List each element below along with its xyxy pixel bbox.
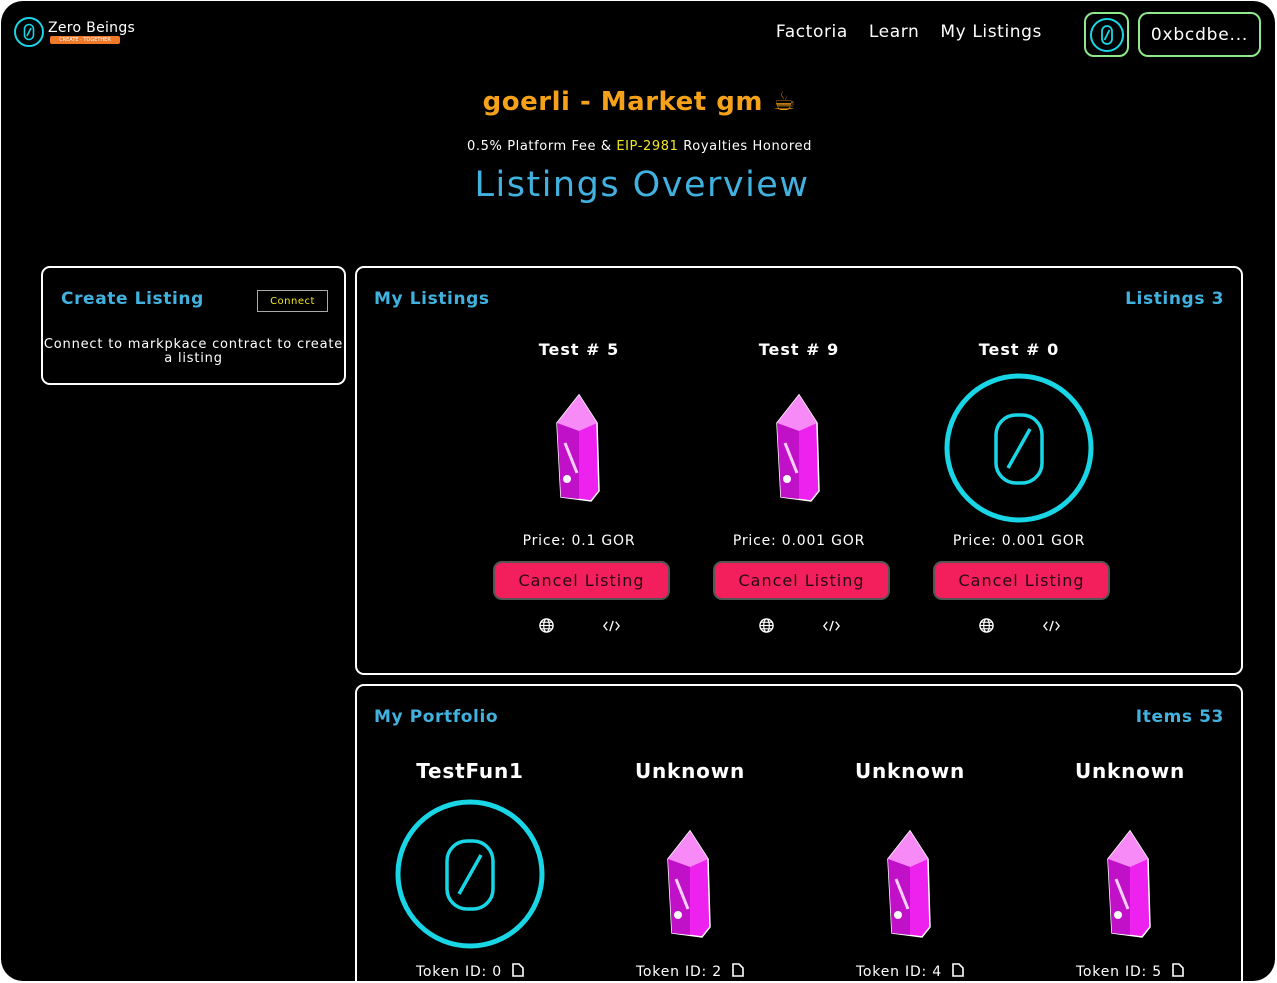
portfolio-card[interactable]: Unknown Token ID: 4	[800, 759, 1020, 981]
token-id: Token ID: 2	[635, 964, 723, 980]
token-id: Token ID: 4	[855, 964, 943, 980]
fee-prefix: 0.5% Platform Fee &	[467, 139, 617, 154]
document-icon[interactable]	[1172, 963, 1184, 981]
create-listing-message: Connect to markpkace contract to create …	[43, 337, 344, 366]
document-icon[interactable]	[512, 963, 524, 981]
fee-suffix: Royalties Honored	[678, 139, 812, 154]
brand-name: Zero Beings	[48, 20, 136, 36]
listings-count: Listings 3	[1125, 289, 1224, 309]
portfolio-count: Items 53	[1135, 707, 1224, 727]
crystal-image	[850, 809, 970, 959]
page-title: Listings Overview	[474, 165, 810, 205]
my-listings-panel: My Listings Listings 3 Test # 5 Price: 0…	[355, 266, 1243, 675]
listing-price: Price: 0.001 GOR	[732, 533, 866, 549]
zero-ring-image	[944, 373, 1094, 523]
market-title: goerli - Market gm ☕	[482, 87, 797, 117]
my-portfolio-title: My Portfolio	[374, 707, 499, 727]
token-id: Token ID: 5	[1075, 964, 1163, 980]
crystal-image	[1070, 809, 1190, 959]
eip-2981-link[interactable]: EIP-2981	[616, 139, 678, 154]
nav-link-factoria[interactable]: Factoria	[776, 22, 848, 42]
globe-icon[interactable]	[758, 617, 775, 634]
globe-icon[interactable]	[978, 617, 995, 634]
listing-name: Test # 0	[978, 340, 1060, 359]
create-listing-panel: Create Listing Connect Connect to markpk…	[41, 266, 346, 385]
nav-links: Factoria Learn My Listings	[776, 22, 1042, 42]
portfolio-item-name: TestFun1	[416, 759, 524, 783]
globe-icon[interactable]	[538, 617, 555, 634]
cancel-listing-button[interactable]: Cancel Listing	[493, 561, 670, 600]
crystal-image	[519, 373, 639, 523]
zero-logo-icon	[14, 17, 44, 47]
connect-button[interactable]: Connect	[257, 290, 328, 312]
portfolio-card[interactable]: Unknown Token ID: 2	[580, 759, 800, 981]
token-id: Token ID: 0	[415, 964, 503, 980]
wallet-button[interactable]: 0xbcdbe...	[1138, 12, 1261, 57]
listing-name: Test # 5	[538, 340, 620, 359]
zero-logo-icon	[1089, 17, 1124, 52]
listing-price: Price: 0.1 GOR	[522, 533, 636, 549]
portfolio-item-name: Unknown	[1074, 759, 1186, 783]
cancel-listing-button[interactable]: Cancel Listing	[933, 561, 1110, 600]
app-frame: Zero Beings CREATE · TOGETHER Factoria L…	[1, 1, 1275, 981]
my-listings-title: My Listings	[374, 289, 490, 309]
document-icon[interactable]	[952, 963, 964, 981]
brand-logo[interactable]: Zero Beings CREATE · TOGETHER	[14, 17, 135, 47]
listing-card: Test # 5 Price: 0.1 GOR Cancel Listing	[469, 340, 689, 640]
crystal-image	[739, 373, 859, 523]
listing-name: Test # 9	[758, 340, 840, 359]
fee-line: 0.5% Platform Fee & EIP-2981 Royalties H…	[1, 139, 1275, 154]
portfolio-item-name: Unknown	[854, 759, 966, 783]
network-button[interactable]	[1084, 12, 1129, 57]
portfolio-card[interactable]: Unknown Token ID: 5	[1020, 759, 1240, 981]
portfolio-item-name: Unknown	[634, 759, 746, 783]
listing-price: Price: 0.001 GOR	[952, 533, 1086, 549]
create-listing-title: Create Listing	[61, 289, 204, 309]
brand-badge: CREATE · TOGETHER	[50, 36, 120, 44]
nav-link-my-listings[interactable]: My Listings	[940, 22, 1042, 42]
code-icon[interactable]	[823, 617, 840, 634]
portfolio-card[interactable]: TestFun1 Token ID: 0	[360, 759, 580, 981]
crystal-image	[630, 809, 750, 959]
code-icon[interactable]	[603, 617, 620, 634]
listing-card: Test # 0 Price: 0.001 GOR Cancel Listing	[909, 340, 1129, 640]
nav-link-learn[interactable]: Learn	[869, 22, 920, 42]
code-icon[interactable]	[1043, 617, 1060, 634]
listing-card: Test # 9 Price: 0.001 GOR Cancel Listing	[689, 340, 909, 640]
document-icon[interactable]	[732, 963, 744, 981]
my-portfolio-panel: My Portfolio Items 53 TestFun1 Token ID:…	[355, 684, 1243, 981]
cancel-listing-button[interactable]: Cancel Listing	[713, 561, 890, 600]
zero-ring-image	[395, 799, 545, 949]
